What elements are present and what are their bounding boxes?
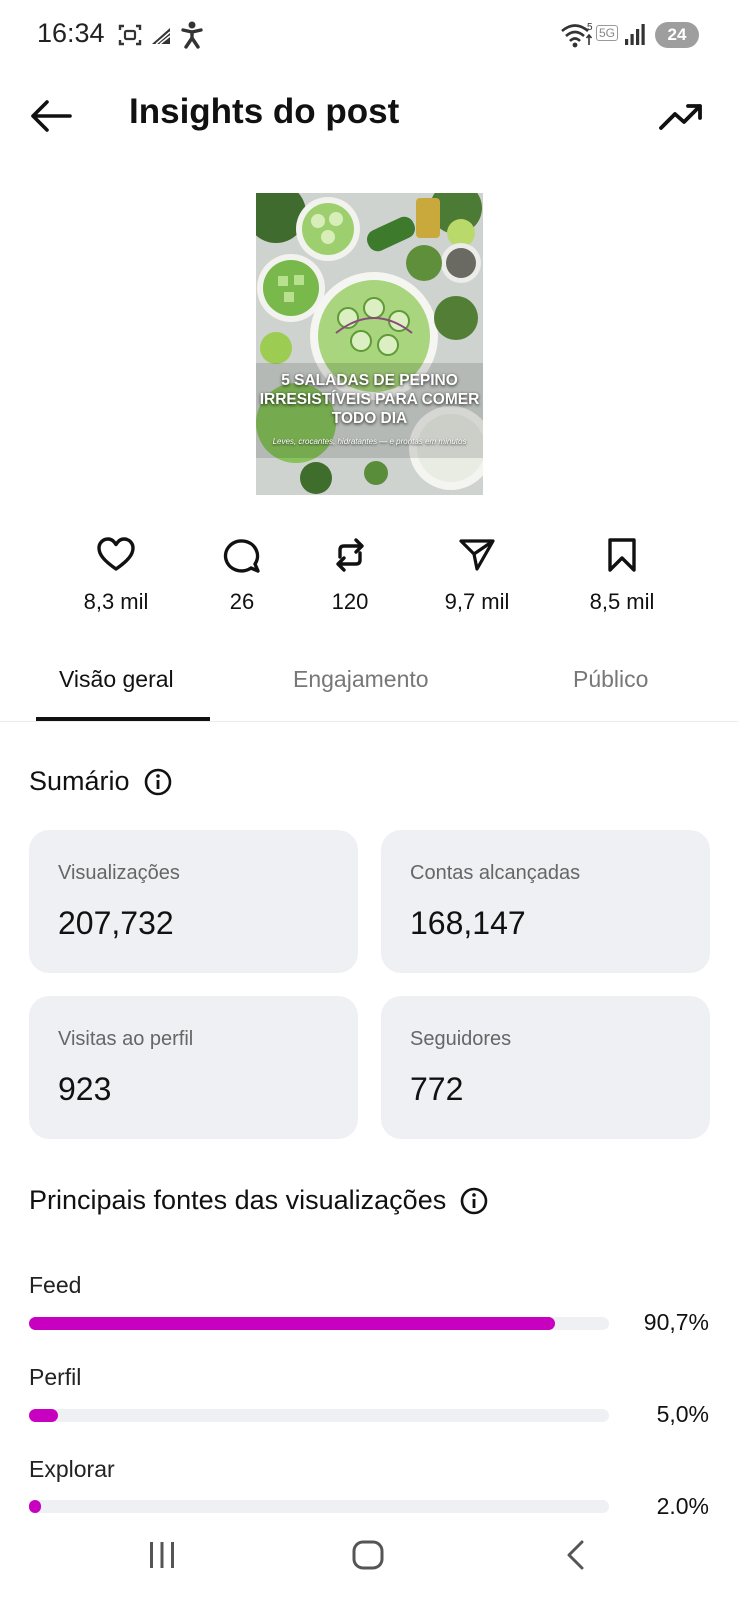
tab-engagement[interactable]: Engajamento [293,666,429,693]
reposts-count: 120 [331,589,369,614]
views-label: Visualizações [58,862,180,884]
bookmark-icon [608,538,636,572]
followers-value: 772 [410,1071,464,1107]
sources-header: Principais fontes das visualizações [29,1185,488,1216]
heart-icon [97,537,135,571]
back-arrow-button[interactable] [28,96,74,136]
status-time: 16:34 [37,18,105,48]
source-profile-track [29,1409,609,1422]
home-button[interactable] [352,1540,384,1575]
cell-signal-icon [624,20,646,50]
system-nav-bar [0,1520,738,1600]
profile-visits-card[interactable]: Visitas ao perfil 923 [29,996,358,1139]
reach-value: 168,147 [410,905,526,941]
trending-button[interactable] [658,96,704,136]
source-profile-percent: 5,0% [656,1401,709,1427]
thumbnail-title: 5 SALADAS DE PEPINO IRRESISTÍVEIS PARA C… [259,372,480,427]
source-explore-track [29,1500,609,1513]
summary-title: Sumário [29,766,130,796]
accessibility-icon [180,20,204,50]
status-bar: 16:34 5 5G 24 [0,0,738,70]
shares-metric[interactable]: 9,7 mil [412,537,542,615]
page-title: Insights do post [129,92,400,131]
app-header: Insights do post [0,78,738,154]
battery-icon: 24 [655,22,699,48]
comment-icon [223,539,260,573]
thumbnail-subtitle: Leves, crocantes, hidratantes — e pronta… [272,437,467,446]
saves-count: 8,5 mil [589,589,655,614]
back-icon [567,1540,584,1570]
reach-card[interactable]: Contas alcançadas 168,147 [381,830,710,973]
likes-count: 8,3 mil [83,589,149,614]
sources-title: Principais fontes das visualizações [29,1185,447,1215]
profile-visits-value: 923 [58,1071,112,1107]
followers-card[interactable]: Seguidores 772 [381,996,710,1139]
signal-wave-icon [150,20,172,50]
network-type: 5G [596,18,619,48]
screen: 16:34 5 5G 24 Insights do post 5 SALADAS… [0,0,738,1600]
screenshot-icon [117,20,143,50]
info-icon[interactable] [144,768,172,796]
reach-label: Contas alcançadas [410,862,581,884]
source-profile-label: Perfil [29,1364,82,1390]
source-feed-label: Feed [29,1272,82,1298]
arrow-left-icon [31,100,72,132]
post-thumbnail[interactable]: 5 SALADAS DE PEPINO IRRESISTÍVEIS PARA C… [256,193,483,495]
post-metrics: 8,3 mil 26 120 9,7 mil 8,5 mil [0,537,738,627]
saves-metric[interactable]: 8,5 mil [557,537,687,615]
profile-visits-label: Visitas ao perfil [58,1028,194,1050]
insights-tabs: Visão geral Engajamento Público [0,656,738,722]
views-value: 207,732 [58,905,174,941]
svg-text:5: 5 [587,22,593,33]
source-feed-bar [29,1317,556,1330]
repost-icon [336,538,364,572]
trending-up-icon [659,104,702,130]
source-explore-percent: 2.0% [656,1493,709,1519]
home-icon [352,1540,384,1570]
tab-overview[interactable]: Visão geral [59,666,174,693]
views-card[interactable]: Visualizações 207,732 [29,830,358,973]
info-icon[interactable] [460,1187,488,1215]
salad-photo [256,193,483,495]
source-explore-label: Explorar [29,1456,115,1482]
recents-icon [150,1542,174,1568]
source-explore-bar [29,1500,41,1513]
source-feed-percent: 90,7% [643,1309,709,1335]
likes-metric[interactable]: 8,3 mil [51,537,181,615]
wifi-icon: 5 [560,20,594,50]
followers-label: Seguidores [410,1028,512,1050]
source-profile-bar [29,1409,58,1422]
summary-header: Sumário [29,766,172,797]
source-feed-track [29,1317,609,1330]
reposts-metric[interactable]: 120 [285,537,415,615]
shares-count: 9,7 mil [444,589,510,614]
tab-audience[interactable]: Público [573,666,648,693]
send-icon [459,539,495,571]
nav-back-button[interactable] [563,1540,587,1575]
active-tab-indicator [36,717,210,721]
recents-button[interactable] [147,1540,177,1575]
